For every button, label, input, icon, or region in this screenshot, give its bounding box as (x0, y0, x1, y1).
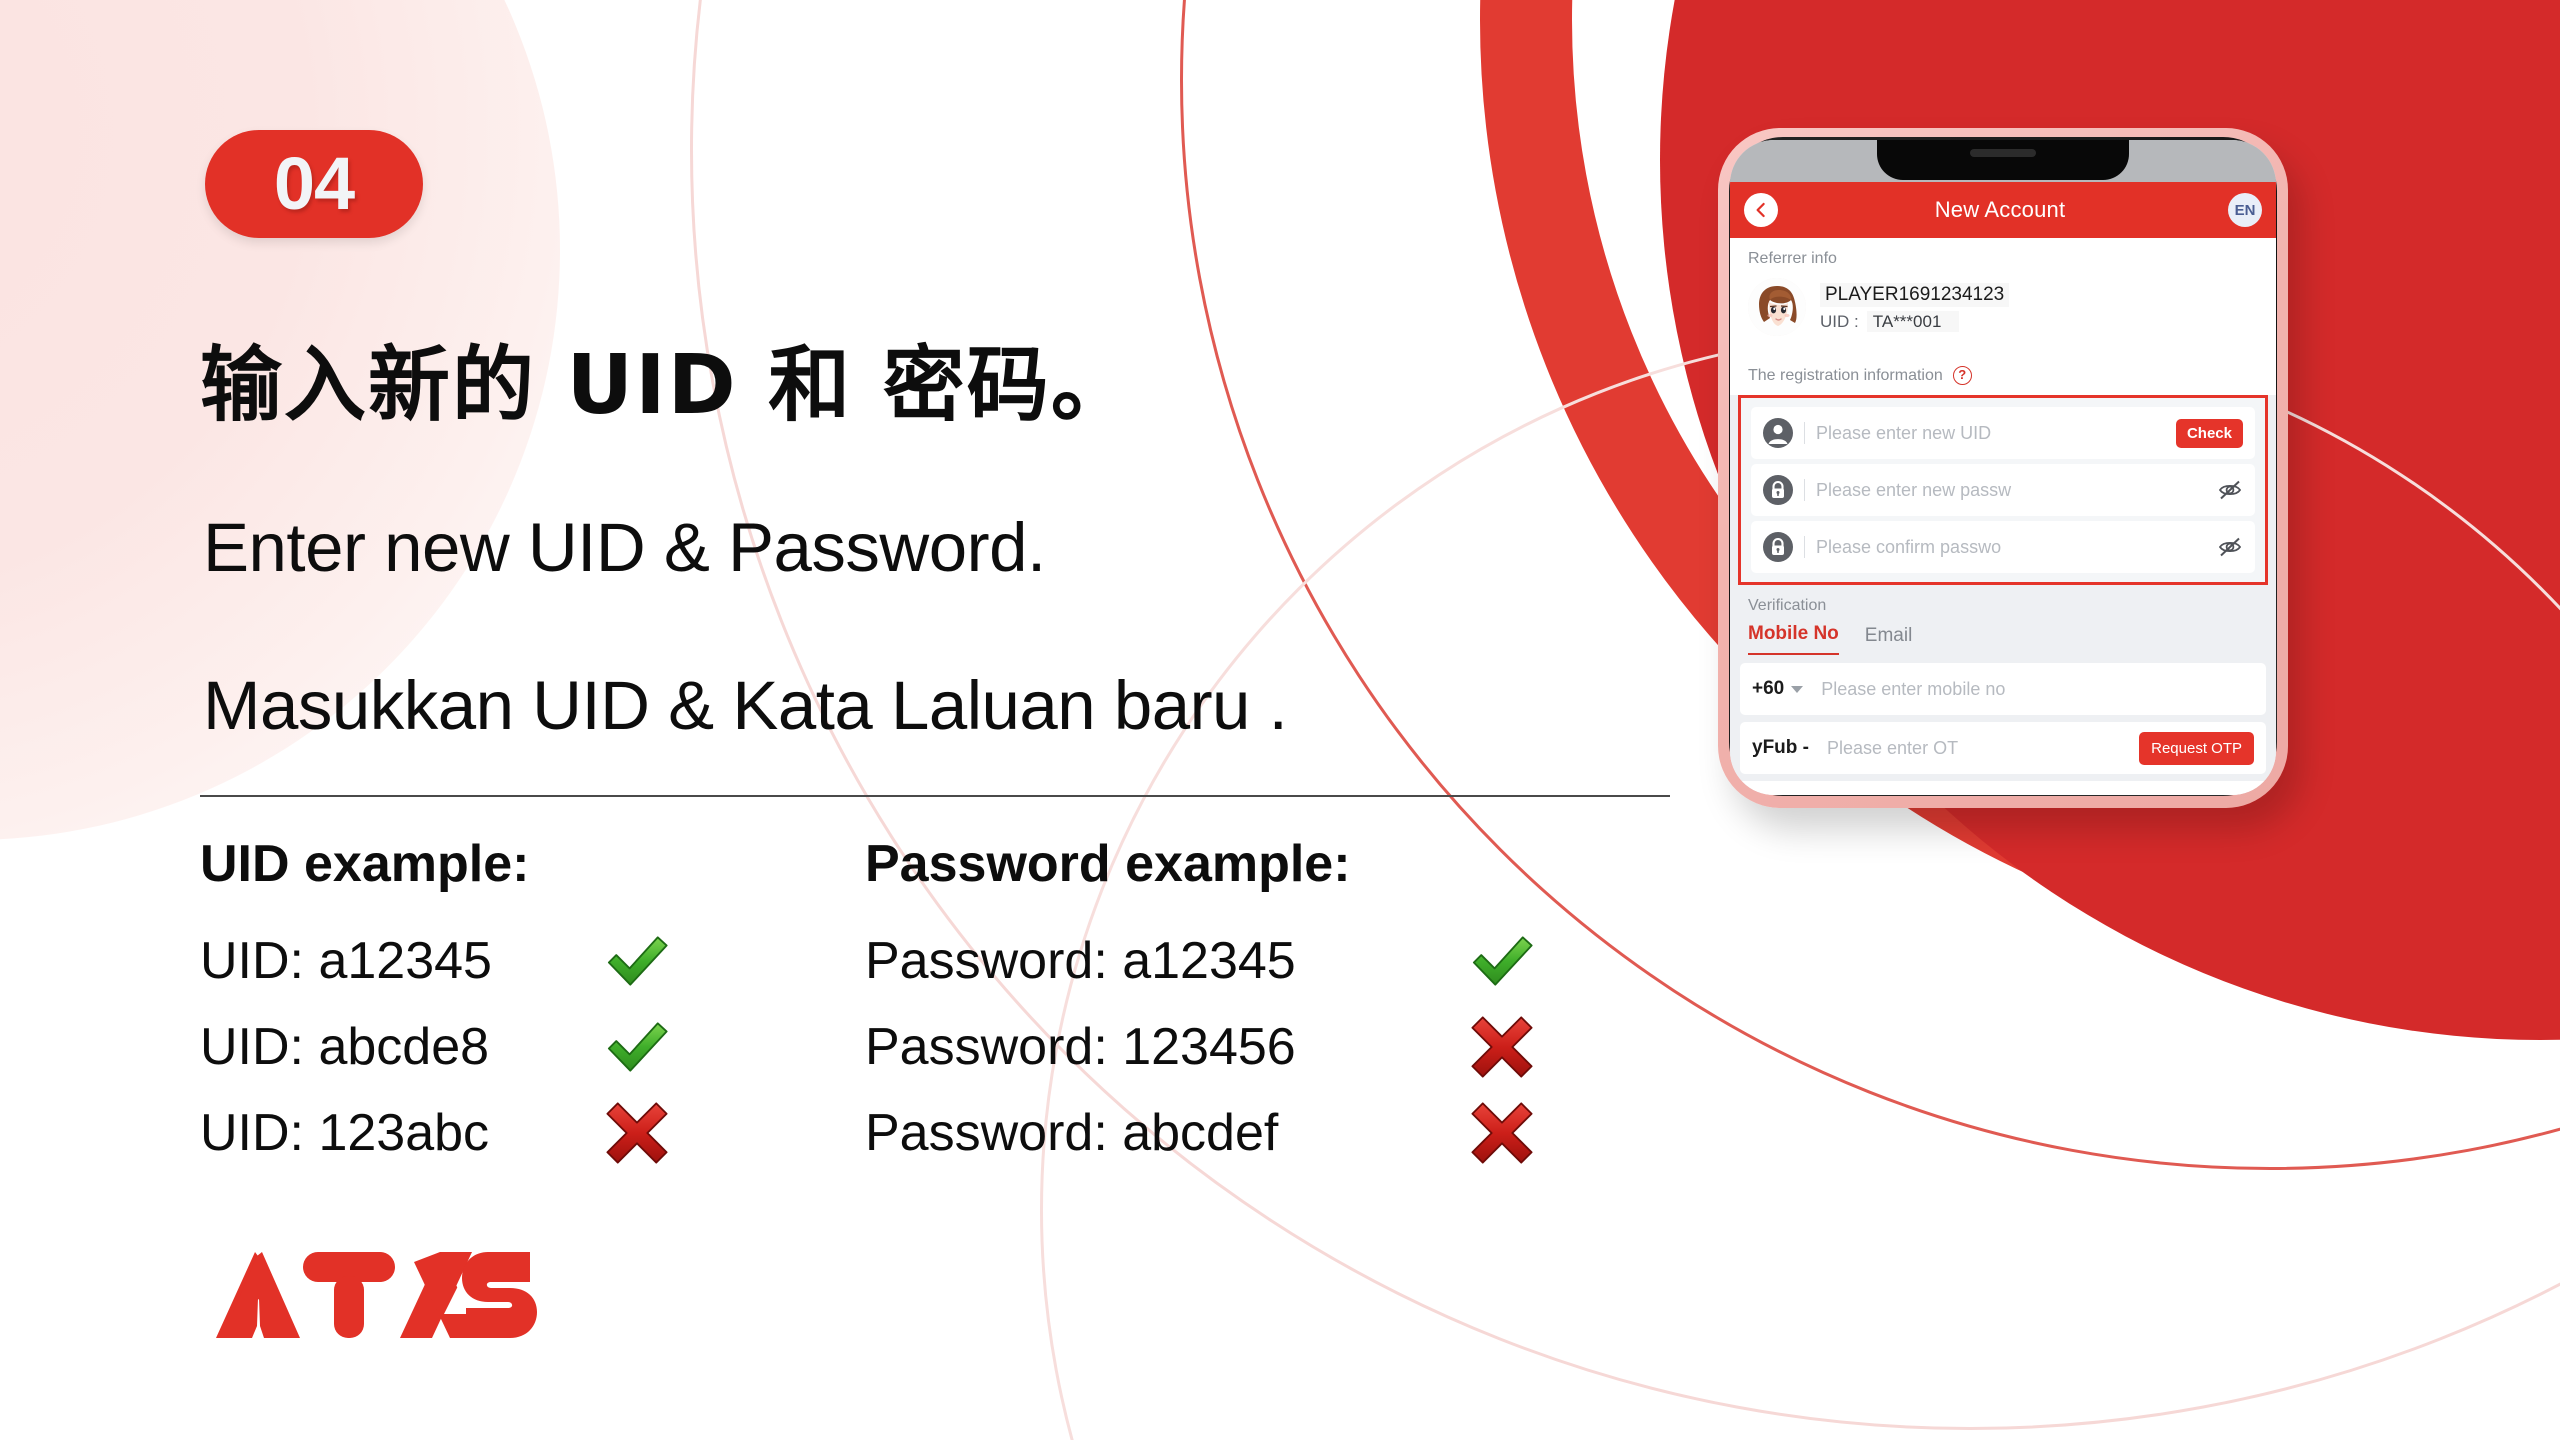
uid-example-label: UID: abcde8 (200, 1018, 490, 1076)
password-example-label: Password: abcdef (865, 1104, 1279, 1162)
uid-examples-column: UID example: UID: a12345 UID: abcde8 UID… (200, 838, 820, 1176)
password-example-row: Password: abcdef (865, 1090, 1695, 1176)
headline-malay: Masukkan UID & Kata Laluan baru . (203, 667, 1288, 744)
lock-icon (1763, 532, 1793, 562)
lock-icon (1763, 475, 1793, 505)
contact-us-link[interactable]: Contact Us (1904, 792, 1994, 795)
password-example-label: Password: 123456 (865, 1018, 1296, 1076)
check-mark-icon (600, 924, 674, 998)
field-separator (1804, 536, 1805, 558)
slide-canvas: 04 输入新的 UID 和 密码。 Enter new UID & Passwo… (0, 0, 2560, 1440)
verification-section-label: Verification (1748, 597, 1827, 614)
registration-fields-highlight: Please enter new UID Check Please enter … (1738, 395, 2268, 585)
notch (1877, 140, 2129, 180)
question-mark-icon[interactable]: ? (1952, 366, 1972, 385)
headline-chinese: 输入新的 UID 和 密码。 (200, 338, 1135, 433)
status-bar (1730, 140, 2276, 182)
app-content: Referrer info PLAYER1691234123 UID: TA*… (1730, 238, 2276, 795)
verification-fields: +60 Please enter mobile no yFub - Please… (1730, 655, 2276, 774)
eye-off-icon[interactable] (2217, 477, 2243, 503)
new-password-placeholder: Please enter new passw (1816, 479, 2012, 500)
language-button[interactable]: EN (2228, 193, 2262, 227)
uid-example-label: UID: 123abc (200, 1104, 490, 1162)
otp-input-placeholder: Please enter OT (1827, 737, 1959, 758)
password-examples-title: Password example: (865, 835, 1351, 893)
phone-screen: New Account EN Referrer info PLAYER16912… (1730, 140, 2276, 795)
phone-mockup: New Account EN Referrer info PLAYER16912… (1718, 128, 2288, 808)
chevron-down-icon[interactable] (1791, 685, 1804, 693)
tab-email[interactable]: Email (1865, 625, 1913, 655)
captcha-text: yFub - (1752, 737, 1809, 758)
eye-off-icon[interactable] (2217, 534, 2243, 560)
confirm-password-input-row[interactable]: Please confirm passwo (1751, 521, 2255, 573)
password-example-row: Password: 123456 (865, 1004, 1695, 1090)
uid-example-row: UID: abcde8 (200, 1004, 820, 1090)
mobile-input-row[interactable]: +60 Please enter mobile no (1740, 663, 2266, 715)
request-otp-button[interactable]: Request OTP (2139, 731, 2254, 765)
referrer-text: PLAYER1691234123 UID : TA***001 (1820, 282, 2010, 332)
password-example-row: Password: a12345 (865, 918, 1695, 1004)
field-separator (1804, 479, 1805, 501)
registration-section-label: The registration information (1748, 366, 1943, 384)
uid-example-row: UID: a12345 (200, 918, 820, 1004)
cross-mark-icon (1465, 1096, 1539, 1170)
cross-mark-icon (600, 1096, 674, 1170)
tab-mobile-no[interactable]: Mobile No (1748, 623, 1839, 655)
mobile-input-placeholder: Please enter mobile no (1821, 678, 2006, 699)
referrer-section-label: Referrer info (1730, 238, 2276, 274)
otp-input-row[interactable]: yFub - Please enter OT Request OTP (1740, 722, 2266, 774)
check-mark-icon (1465, 924, 1539, 998)
atas-logo (200, 1240, 545, 1350)
country-code-value[interactable]: +60 (1752, 678, 1784, 700)
step-number: 04 (273, 142, 355, 225)
cross-mark-icon (1465, 1010, 1539, 1084)
referrer-uid-label: UID : (1820, 311, 1859, 331)
referrer-card: PLAYER1691234123 UID : TA***001 (1730, 274, 2276, 356)
otp-help-row: Didn't receive OTP? Contact Us (1730, 781, 2276, 795)
referrer-uid-value: TA***001 (1866, 310, 1960, 332)
confirm-password-placeholder: Please confirm passwo (1816, 536, 2002, 557)
left-content: 04 输入新的 UID 和 密码。 Enter new UID & Passwo… (0, 0, 1700, 1440)
referrer-name: PLAYER1691234123 (1820, 282, 2010, 307)
referrer-uid-row: UID : TA***001 (1820, 310, 2009, 332)
headline-english: Enter new UID & Password. (203, 509, 1046, 586)
new-password-input-row[interactable]: Please enter new passw (1751, 464, 2255, 516)
password-examples-column: Password example: Password: a12345 Passw… (865, 838, 1695, 1176)
app-bar: New Account EN (1730, 182, 2276, 238)
registration-section-header: The registration information ? (1730, 356, 2276, 395)
uid-input-placeholder: Please enter new UID (1816, 422, 1992, 443)
uid-examples-title: UID example: (200, 835, 530, 893)
uid-example-row: UID: 123abc (200, 1090, 820, 1176)
chevron-left-icon (1756, 202, 1765, 218)
check-mark-icon (600, 1010, 674, 1084)
uid-input-row[interactable]: Please enter new UID Check (1751, 407, 2255, 459)
speaker-grille (1970, 149, 2036, 157)
check-uid-button[interactable]: Check (2175, 418, 2243, 448)
page-title: New Account (1934, 197, 2066, 222)
field-separator (1804, 422, 1805, 444)
step-badge: 04 (205, 130, 423, 238)
otp-help-text: Didn't receive OTP? (1748, 792, 1900, 795)
avatar (1748, 278, 1806, 336)
person-icon (1763, 418, 1793, 448)
password-example-label: Password: a12345 (865, 932, 1296, 990)
section-divider (200, 795, 1670, 797)
uid-example-label: UID: a12345 (200, 932, 492, 990)
verification-tabs: Mobile No Email (1730, 619, 2276, 655)
